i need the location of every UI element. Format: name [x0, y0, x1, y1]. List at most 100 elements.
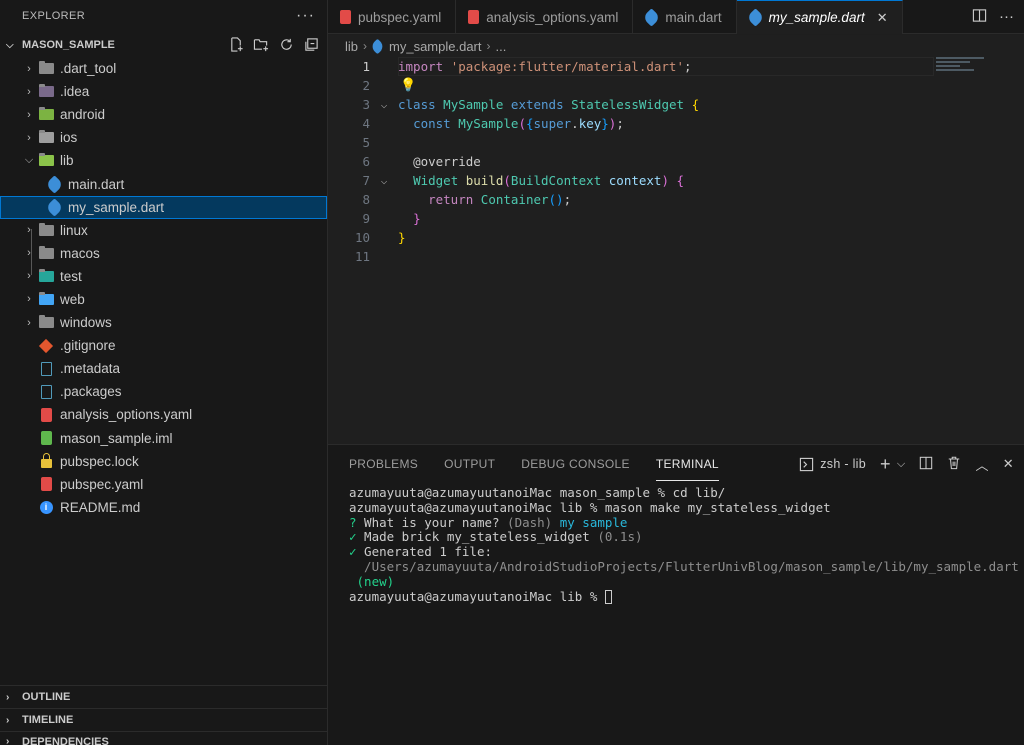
- tree-file-analysis-options[interactable]: analysis_options.yaml: [0, 403, 327, 426]
- terminal-cursor: [604, 590, 612, 605]
- section-dependencies[interactable]: › DEPENDENCIES: [0, 731, 327, 745]
- bottom-panel: PROBLEMS OUTPUT DEBUG CONSOLE TERMINAL z…: [328, 444, 1024, 745]
- project-actions: [228, 36, 319, 52]
- tree-folder-android[interactable]: › android: [0, 103, 327, 126]
- code-line: 6 @override: [328, 152, 1024, 171]
- split-terminal-icon[interactable]: [919, 456, 933, 473]
- more-actions-icon[interactable]: ···: [296, 7, 315, 25]
- tab-terminal[interactable]: TERMINAL: [655, 448, 719, 481]
- add-terminal-icon[interactable]: +: [880, 454, 891, 475]
- trash-icon[interactable]: [947, 455, 961, 473]
- fold-chevron-icon[interactable]: ⌵: [370, 174, 398, 187]
- code-editor[interactable]: 1 import 'package:flutter/material.dart'…: [328, 57, 1024, 444]
- tree-label: ios: [60, 130, 78, 146]
- tree-file-my-sample-dart[interactable]: my_sample.dart: [0, 195, 327, 219]
- tab-label: pubspec.yaml: [358, 9, 442, 25]
- tree-label: web: [60, 291, 85, 307]
- breadcrumb-symbols[interactable]: ...: [496, 39, 507, 54]
- section-label: OUTLINE: [22, 691, 71, 703]
- lib-folder-open-icon: [38, 153, 54, 169]
- tree-label: pubspec.yaml: [60, 476, 144, 492]
- tree-folder-dart-tool[interactable]: › .dart_tool: [0, 57, 327, 80]
- project-header[interactable]: ⌵ MASON_SAMPLE: [0, 32, 327, 58]
- tree-label: linux: [60, 222, 88, 238]
- tree-file-metadata[interactable]: .metadata: [0, 357, 327, 380]
- terminal-line: (new): [349, 573, 395, 589]
- code-text: }: [413, 211, 421, 226]
- lightbulb-icon[interactable]: 💡: [400, 78, 416, 93]
- dart-file-icon: [44, 174, 64, 194]
- breadcrumb-lib[interactable]: lib: [345, 39, 358, 54]
- tree-file-pubspec-lock[interactable]: pubspec.lock: [0, 450, 327, 473]
- tab-debug-console[interactable]: DEBUG CONSOLE: [521, 448, 630, 480]
- terminal-line: azumayuuta@azumayuutanoiMac mason_sample…: [349, 485, 726, 500]
- explorer-header: EXPLORER ···: [0, 0, 327, 32]
- web-folder-icon: [38, 291, 54, 307]
- tree-label: .idea: [60, 84, 90, 100]
- terminal-line: ? What is your name? (Dash) my sample: [349, 514, 628, 530]
- tree-label: my_sample.dart: [68, 199, 165, 215]
- new-folder-icon[interactable]: [253, 36, 269, 52]
- tab-label: analysis_options.yaml: [486, 9, 619, 25]
- section-outline[interactable]: › OUTLINE: [0, 685, 327, 708]
- code-line: 10 }: [328, 228, 1024, 247]
- line-number: 8: [362, 192, 370, 207]
- tab-actions: ···: [972, 0, 1024, 33]
- terminal-line: ✓ Generated 1 file:: [349, 544, 492, 560]
- tab-analysis-options[interactable]: analysis_options.yaml: [456, 0, 634, 34]
- close-icon[interactable]: ✕: [877, 10, 888, 26]
- tree-file-readme[interactable]: i README.md: [0, 496, 327, 519]
- chevron-down-icon[interactable]: ⌵: [897, 458, 906, 471]
- tab-output[interactable]: OUTPUT: [444, 448, 495, 480]
- maximize-panel-icon[interactable]: ︿: [975, 455, 988, 474]
- tree-label: .gitignore: [60, 338, 116, 354]
- tree-file-packages[interactable]: .packages: [0, 380, 327, 403]
- split-editor-icon[interactable]: [972, 8, 987, 26]
- tree-label: .metadata: [60, 361, 121, 377]
- lock-icon: [38, 453, 54, 469]
- terminal-selector[interactable]: zsh - lib: [799, 457, 866, 472]
- fold-chevron-icon[interactable]: ⌵: [370, 98, 398, 111]
- tree-file-iml[interactable]: mason_sample.iml: [0, 427, 327, 450]
- idea-folder-icon: [38, 84, 54, 100]
- tree-folder-ios[interactable]: › ios: [0, 126, 327, 149]
- code-text: const MySample({super.key});: [413, 116, 624, 131]
- git-icon: [38, 338, 54, 354]
- dart-file-icon: [745, 8, 765, 27]
- terminal-name: zsh - lib: [820, 457, 867, 471]
- code-text: @override: [413, 154, 481, 169]
- new-file-icon[interactable]: [228, 36, 244, 52]
- code-line: 7 ⌵ Widget build(BuildContext context) {: [328, 171, 1024, 190]
- tree-folder-idea[interactable]: › .idea: [0, 80, 327, 103]
- tab-problems[interactable]: PROBLEMS: [349, 448, 418, 480]
- chevron-right-icon: ›: [27, 270, 31, 283]
- tab-pubspec-yaml[interactable]: pubspec.yaml: [328, 0, 457, 34]
- tree-file-gitignore[interactable]: .gitignore: [0, 334, 327, 357]
- more-actions-icon[interactable]: ···: [999, 8, 1014, 25]
- tree-file-pubspec-yaml[interactable]: pubspec.yaml: [0, 473, 327, 496]
- folder-icon: [38, 222, 54, 238]
- tab-my-sample-dart[interactable]: my_sample.dart ✕: [736, 0, 903, 34]
- tree-folder-lib[interactable]: ⌵ lib: [0, 149, 327, 172]
- tree-folder-macos[interactable]: › macos: [0, 242, 327, 265]
- tree-file-main-dart[interactable]: main.dart: [0, 172, 327, 195]
- tree-folder-web[interactable]: › web: [0, 288, 327, 311]
- tab-main-dart[interactable]: main.dart: [633, 0, 737, 34]
- collapse-all-icon[interactable]: [303, 36, 319, 52]
- file-tree: › .dart_tool › .idea › android › ios ⌵ l…: [0, 57, 327, 519]
- close-panel-icon[interactable]: ✕: [1003, 456, 1014, 472]
- refresh-icon[interactable]: [278, 36, 294, 52]
- chevron-right-icon: ›: [6, 736, 10, 745]
- tree-label: mason_sample.iml: [60, 430, 173, 446]
- tree-folder-test[interactable]: › test: [0, 265, 327, 288]
- line-number: 9: [362, 211, 370, 226]
- terminal-output[interactable]: azumayuuta@azumayuutanoiMac mason_sample…: [328, 483, 1024, 605]
- folder-icon: [38, 61, 54, 77]
- section-timeline[interactable]: › TIMELINE: [0, 708, 327, 731]
- breadcrumb-file[interactable]: my_sample.dart: [389, 39, 481, 54]
- explorer-title: EXPLORER: [22, 10, 86, 22]
- tree-folder-linux[interactable]: › linux: [0, 219, 327, 242]
- tree-label: pubspec.lock: [60, 453, 139, 469]
- panel-actions: zsh - lib + ⌵ ︿ ✕: [799, 454, 1024, 475]
- tree-folder-windows[interactable]: › windows: [0, 311, 327, 334]
